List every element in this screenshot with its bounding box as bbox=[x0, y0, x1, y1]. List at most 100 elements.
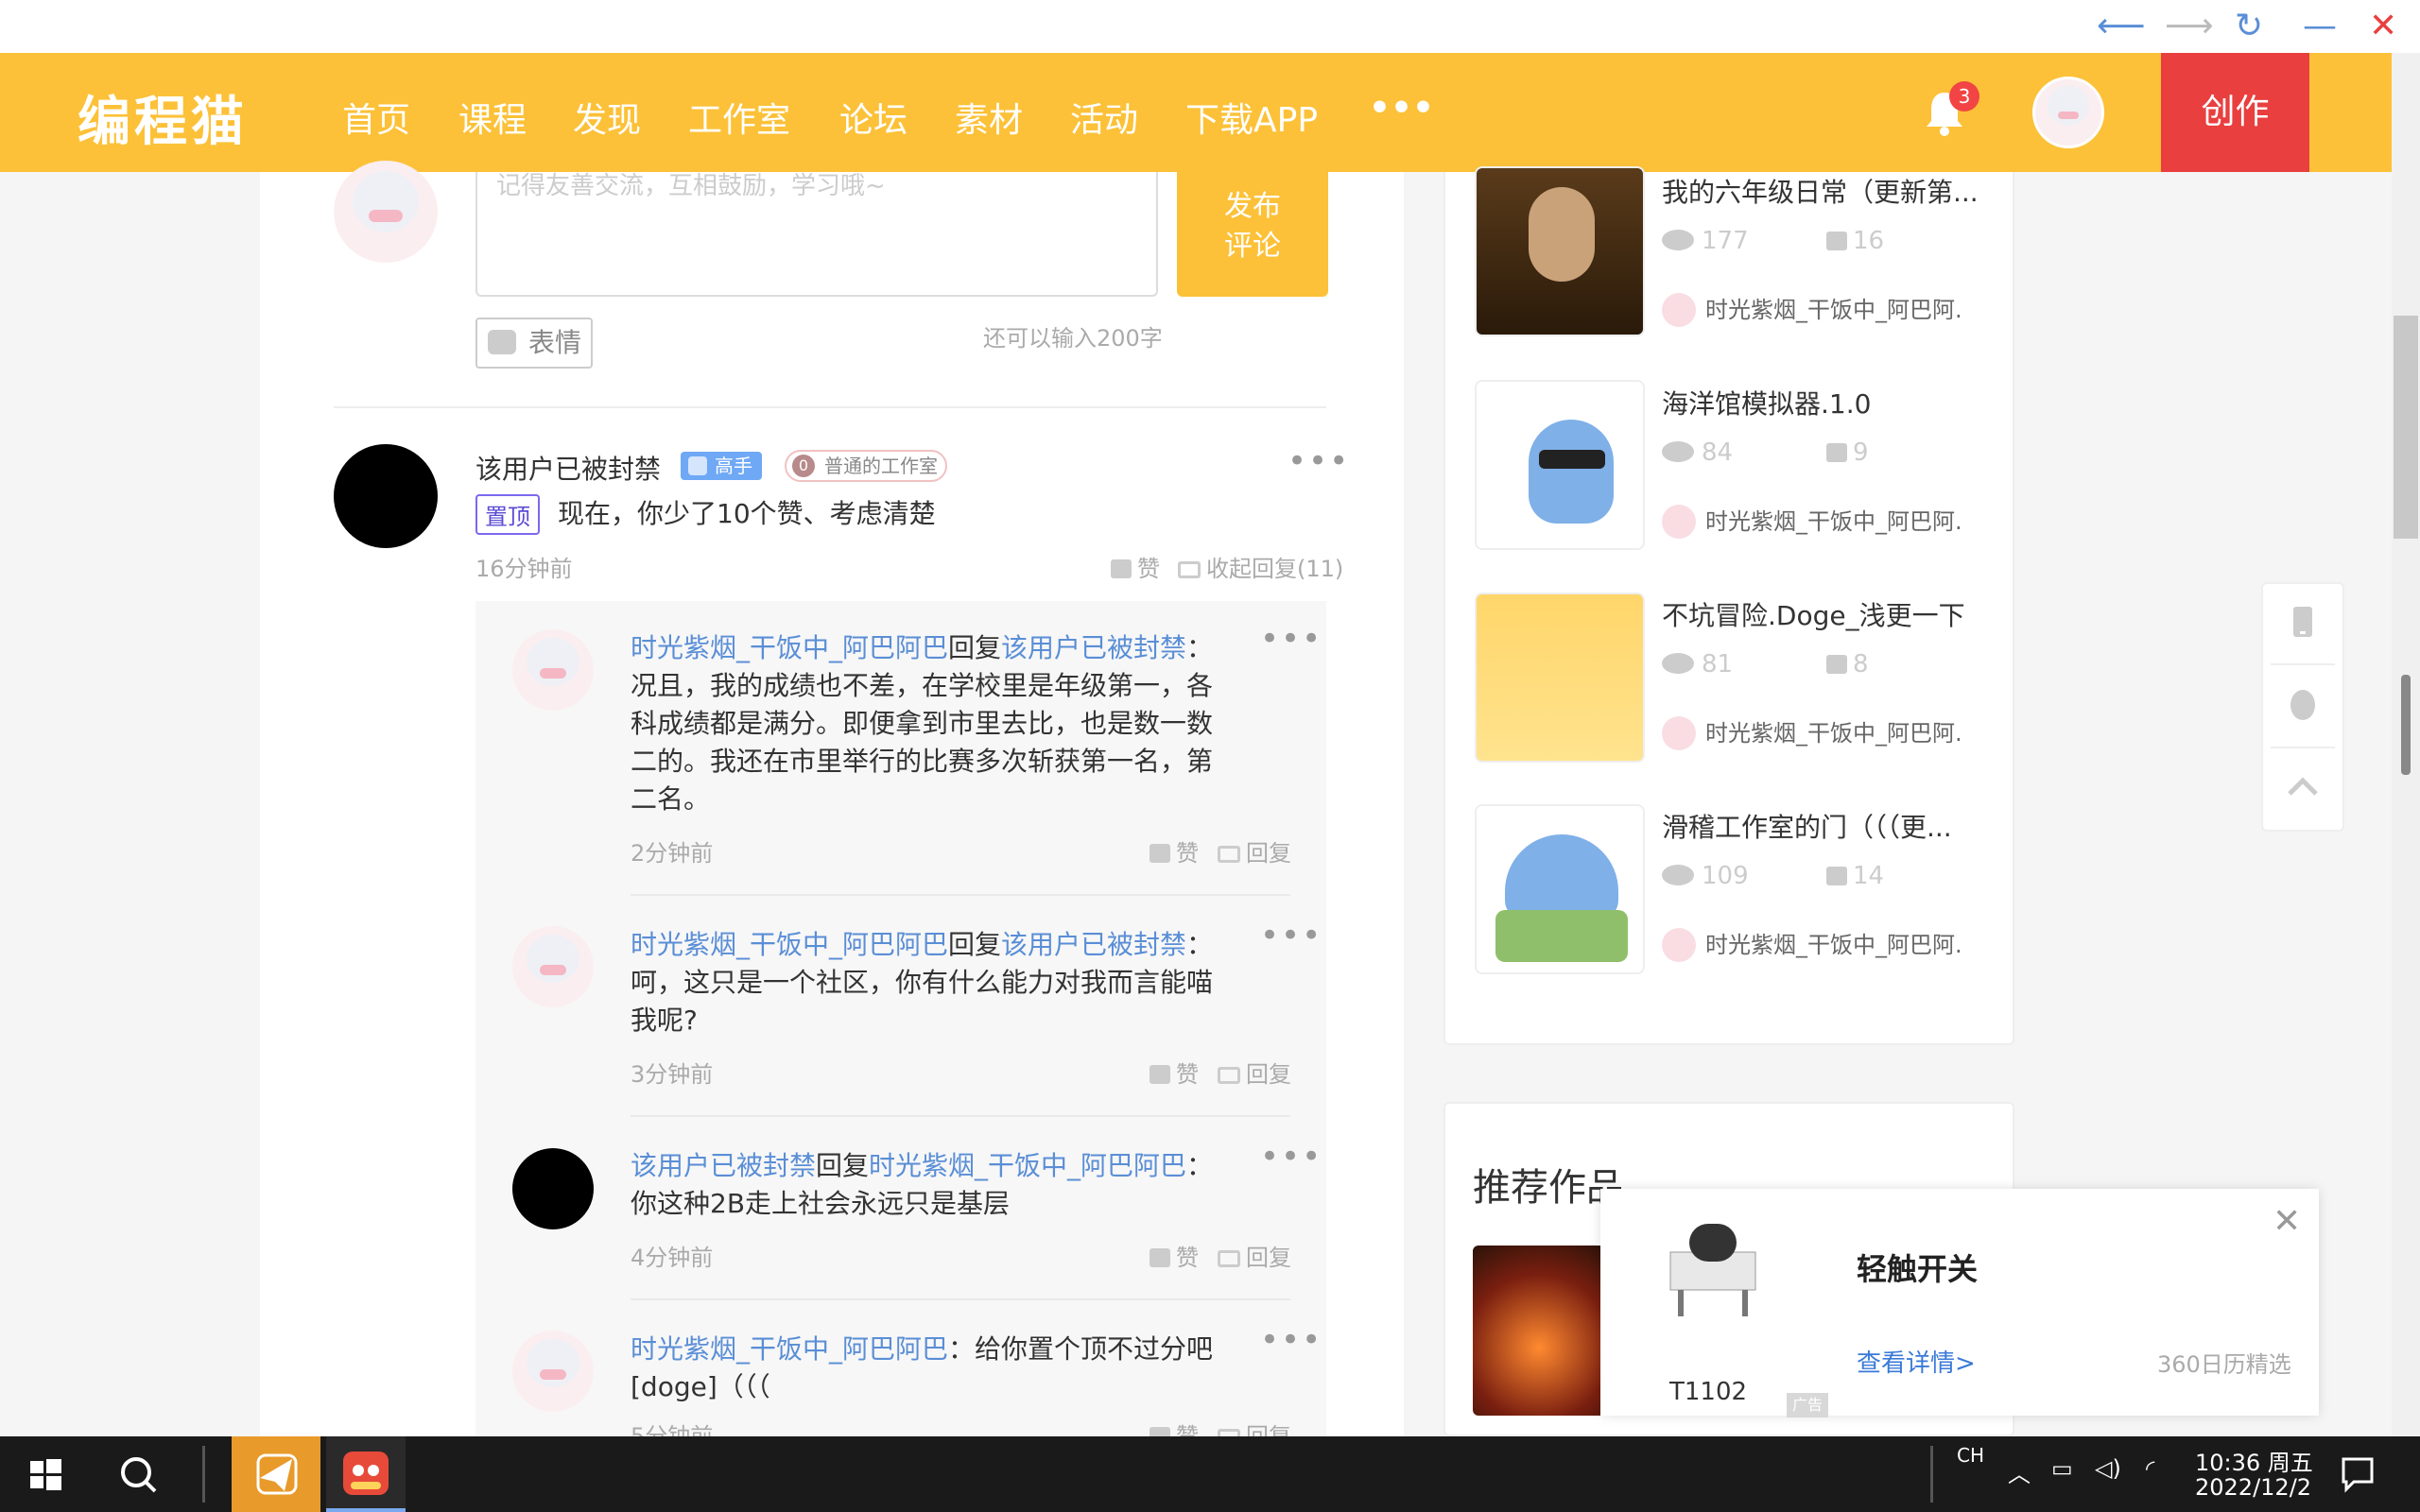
close-icon[interactable]: ✕ bbox=[2273, 1202, 2301, 1241]
clock-date[interactable]: 2022/12/2 bbox=[2195, 1474, 2311, 1501]
create-button[interactable]: 创作 bbox=[2161, 53, 2309, 172]
taskbar-app-feishu[interactable] bbox=[232, 1436, 320, 1512]
site-logo[interactable]: 编程猫 bbox=[78, 79, 248, 156]
ad-source: 360日历精选 bbox=[2157, 1351, 2291, 1378]
reply-to-user[interactable]: 该用户已被封禁 bbox=[1001, 929, 1186, 960]
banned-user-avatar[interactable] bbox=[334, 444, 438, 548]
sunglasses-image bbox=[1539, 450, 1605, 469]
nav-discover[interactable]: 发现 bbox=[573, 93, 641, 142]
user-avatar[interactable] bbox=[2032, 77, 2104, 148]
thumbs-up-icon bbox=[1826, 655, 1847, 674]
work-author[interactable]: 时光紫烟_干饭中_阿巴阿... bbox=[1662, 503, 1964, 539]
work-thumbnail[interactable] bbox=[1475, 804, 1645, 974]
nav-download-app[interactable]: 下载APP bbox=[1185, 93, 1318, 142]
char-counter: 还可以输入200字 bbox=[983, 325, 1163, 352]
work-title[interactable]: 海洋馆模拟器.1.0 bbox=[1662, 384, 1983, 421]
ime-indicator[interactable]: CH bbox=[1957, 1444, 1984, 1467]
reply-body: 时光紫烟_干饭中_阿巴阿巴回复该用户已被封禁：呵，这只是一个社区，你有什么能力对… bbox=[631, 929, 1214, 1036]
reply-more-icon[interactable]: ••• bbox=[1260, 1138, 1322, 1176]
minimize-icon[interactable]: — bbox=[2303, 8, 2337, 45]
chevron-up-icon[interactable]: ︿ bbox=[2008, 1455, 2031, 1488]
reply-to-user[interactable]: 该用户已被封禁 bbox=[1001, 632, 1186, 663]
reply-time: 4分钟前 bbox=[631, 1245, 714, 1271]
reply-avatar[interactable] bbox=[512, 926, 594, 1007]
reply-from-user[interactable]: 时光紫烟_干饭中_阿巴阿巴 bbox=[631, 1333, 948, 1365]
back-icon[interactable]: ⟵ bbox=[2097, 8, 2146, 45]
nav-forum[interactable]: 论坛 bbox=[839, 93, 908, 142]
work-title[interactable]: 滑稽工作室的门（（（更... bbox=[1662, 807, 1983, 845]
nav-home[interactable]: 首页 bbox=[342, 93, 410, 142]
work-author[interactable]: 时光紫烟_干饭中_阿巴阿... bbox=[1662, 291, 1964, 327]
eye-icon bbox=[1662, 230, 1694, 250]
comment-more-icon[interactable]: ••• bbox=[1288, 442, 1350, 480]
speaker-icon[interactable]: ◁) bbox=[2095, 1455, 2121, 1482]
banned-user-avatar[interactable] bbox=[512, 1148, 594, 1229]
work-title[interactable]: 不坑冒险.Doge_浅更一下 bbox=[1662, 595, 1983, 633]
reply-like-button[interactable]: 赞 bbox=[1150, 1056, 1199, 1089]
reply-from-user[interactable]: 该用户已被封禁 bbox=[631, 1150, 816, 1181]
back-to-top-icon[interactable] bbox=[2284, 769, 2322, 807]
reply-more-icon[interactable]: ••• bbox=[1260, 1321, 1322, 1359]
work-author[interactable]: 时光紫烟_干饭中_阿巴阿... bbox=[1662, 714, 1964, 750]
nav-more-icon[interactable]: ••• bbox=[1369, 89, 1434, 128]
thumbs-up-icon bbox=[1150, 844, 1170, 863]
ad-model: T1102 bbox=[1669, 1378, 1748, 1406]
work-author[interactable]: 时光紫烟_干饭中_阿巴阿... bbox=[1662, 926, 1964, 962]
collapse-replies-button[interactable]: 收起回复(11) bbox=[1178, 550, 1343, 583]
nav-courses[interactable]: 课程 bbox=[458, 93, 527, 142]
like-count: 8 bbox=[1826, 650, 1869, 679]
search-icon[interactable] bbox=[110, 1446, 166, 1503]
forward-icon[interactable]: ⟶ bbox=[2165, 8, 2214, 45]
windows-start-icon[interactable] bbox=[17, 1446, 74, 1503]
studio-badge[interactable]: 0 普通的工作室 bbox=[785, 450, 947, 482]
reply-like-button[interactable]: 赞 bbox=[1150, 834, 1199, 868]
divider bbox=[631, 894, 1290, 896]
refresh-icon[interactable]: ↻ bbox=[2235, 8, 2263, 45]
reply-avatar[interactable] bbox=[512, 1331, 594, 1412]
close-icon[interactable]: ✕ bbox=[2369, 8, 2397, 45]
reply-reply-button[interactable]: 回复 bbox=[1218, 1239, 1291, 1272]
like-button[interactable]: 赞 bbox=[1111, 550, 1160, 583]
reply-reply-button[interactable]: 回复 bbox=[1218, 834, 1291, 868]
reply-from-user[interactable]: 时光紫烟_干饭中_阿巴阿巴 bbox=[631, 632, 948, 663]
blanket-image bbox=[1495, 910, 1628, 962]
publish-comment-button[interactable]: 发布 评论 bbox=[1177, 172, 1328, 297]
recommend-thumbnail[interactable] bbox=[1473, 1246, 1605, 1416]
ad-title[interactable]: 轻触开关 bbox=[1857, 1246, 1978, 1289]
taskbar-app-codemao[interactable] bbox=[326, 1436, 406, 1512]
reply-avatar[interactable] bbox=[512, 629, 594, 711]
tablet-icon[interactable] bbox=[2284, 603, 2322, 641]
reply-more-icon[interactable]: ••• bbox=[1260, 620, 1322, 658]
battery-icon[interactable]: ▭ bbox=[2051, 1455, 2073, 1482]
work-thumbnail[interactable] bbox=[1475, 166, 1645, 336]
notification-center-icon[interactable] bbox=[2341, 1455, 2375, 1493]
work-thumbnail[interactable] bbox=[1475, 380, 1645, 550]
nav-events[interactable]: 活动 bbox=[1070, 93, 1138, 142]
view-count: 109 bbox=[1662, 862, 1749, 890]
qq-penguin-icon[interactable] bbox=[2284, 686, 2322, 724]
tactile-switch-image bbox=[1669, 1224, 1756, 1316]
nav-studio[interactable]: 工作室 bbox=[688, 93, 790, 142]
comment-username[interactable]: 该用户已被封禁 bbox=[475, 449, 661, 487]
reply-body: 时光紫烟_干饭中_阿巴阿巴：给你置个顶不过分吧[doge]（（（ bbox=[631, 1333, 1214, 1402]
ad-tag: 广告 bbox=[1787, 1393, 1828, 1418]
studio-badge-label: 普通的工作室 bbox=[824, 455, 938, 477]
work-thumbnail[interactable] bbox=[1475, 593, 1645, 763]
reply-more-icon[interactable]: ••• bbox=[1260, 917, 1322, 954]
wifi-icon[interactable]: ◜ bbox=[2146, 1455, 2154, 1482]
reply-from-user[interactable]: 时光紫烟_干饭中_阿巴阿巴 bbox=[631, 929, 948, 960]
nav-materials[interactable]: 素材 bbox=[955, 93, 1023, 142]
author-avatar bbox=[1662, 505, 1696, 539]
divider bbox=[631, 1115, 1290, 1117]
secondary-scroll-indicator bbox=[2401, 675, 2411, 775]
notification-badge: 3 bbox=[1949, 81, 1979, 112]
scrollbar-thumb[interactable] bbox=[2394, 316, 2418, 539]
ad-details-link[interactable]: 查看详情> bbox=[1857, 1344, 1976, 1379]
clock-time[interactable]: 10:36 周五 bbox=[2195, 1444, 2313, 1477]
author-avatar bbox=[1662, 716, 1696, 750]
work-title[interactable]: 我的六年级日常（更新第... bbox=[1662, 172, 1983, 210]
reply-like-button[interactable]: 赞 bbox=[1150, 1239, 1199, 1272]
reply-to-user[interactable]: 时光紫烟_干饭中_阿巴阿巴 bbox=[869, 1150, 1186, 1181]
view-count: 81 bbox=[1662, 650, 1733, 679]
reply-reply-button[interactable]: 回复 bbox=[1218, 1056, 1291, 1089]
